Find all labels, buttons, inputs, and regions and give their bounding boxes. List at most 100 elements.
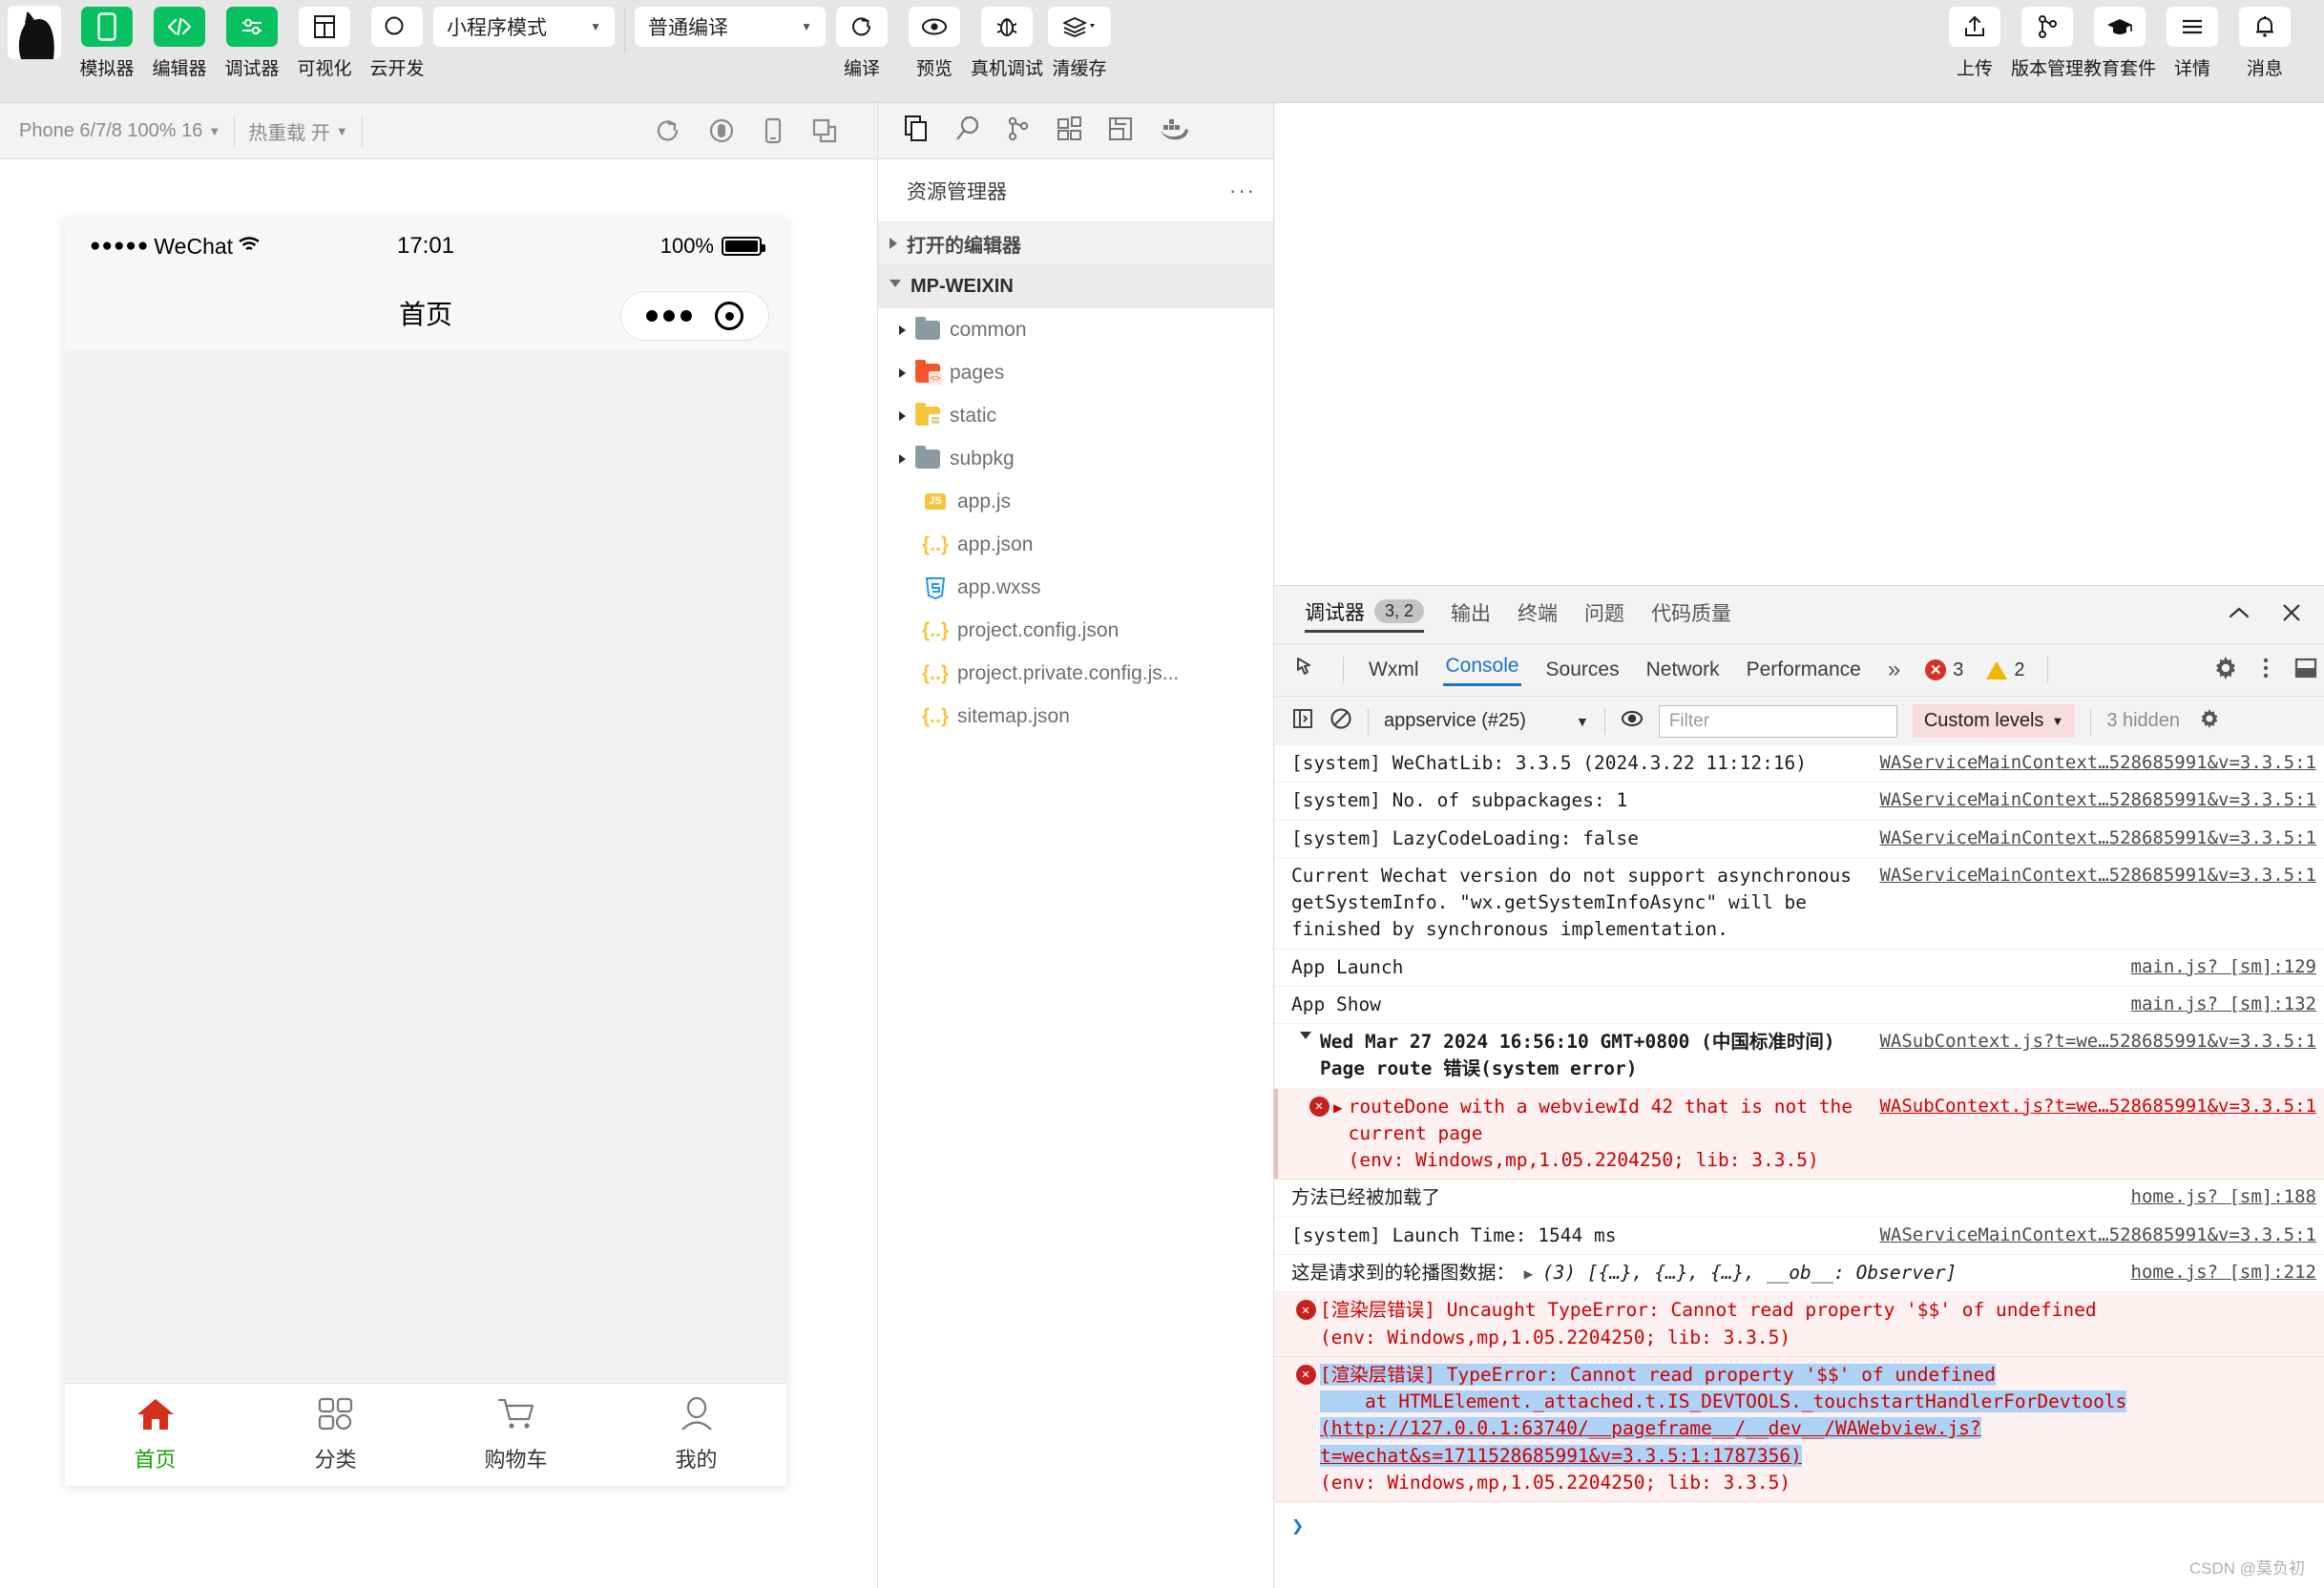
toolbar-item-version[interactable]: 版本管理 bbox=[2011, 0, 2083, 80]
console-error-row-selected[interactable]: ✕ [渲染层错误] TypeError: Cannot read propert… bbox=[1274, 1356, 2324, 1503]
more-dots-icon[interactable] bbox=[646, 310, 692, 322]
hot-reload-select[interactable]: 热重载 开 ▼ bbox=[235, 117, 361, 145]
expand-arrow-icon[interactable]: ▶ bbox=[1333, 1094, 1349, 1118]
panel-tab-output[interactable]: 输出 bbox=[1451, 598, 1491, 631]
refresh-icon[interactable] bbox=[654, 116, 682, 145]
tabbar-item-profile[interactable]: 我的 bbox=[606, 1384, 786, 1486]
panel-tab-code-quality[interactable]: 代码质量 bbox=[1651, 598, 1731, 631]
tree-item-app-json[interactable]: {..} app.json bbox=[878, 523, 1273, 566]
tree-item-subpkg[interactable]: subpkg bbox=[878, 437, 1273, 480]
search-icon[interactable] bbox=[954, 115, 981, 148]
live-expression-icon[interactable] bbox=[1621, 707, 1644, 735]
console-error-row[interactable]: ✕ ▶ routeDone with a webviewId 42 that i… bbox=[1274, 1088, 2324, 1181]
files-icon[interactable] bbox=[903, 115, 930, 148]
console-log-row[interactable]: 方法已经被加载了 home.js? [sm]:188 bbox=[1274, 1180, 2324, 1218]
console-log-row[interactable]: Current Wechat version do not support as… bbox=[1274, 858, 2324, 950]
save-layout-icon[interactable] bbox=[1107, 115, 1134, 148]
toolbar-item-education[interactable]: 教育套件 bbox=[2083, 0, 2156, 80]
tabbar-item-cart[interactable]: 购物车 bbox=[426, 1384, 606, 1486]
dock-icon[interactable] bbox=[2293, 656, 2318, 685]
chevron-up-icon[interactable] bbox=[2227, 604, 2251, 626]
capsule-button[interactable] bbox=[620, 291, 769, 341]
console-log-row[interactable]: [system] Launch Time: 1544 ms WAServiceM… bbox=[1274, 1218, 2324, 1255]
tabbar-item-home[interactable]: 首页 bbox=[65, 1384, 245, 1486]
console-error-row[interactable]: ✕ [渲染层错误] Uncaught TypeError: Cannot rea… bbox=[1274, 1292, 2324, 1357]
avatar[interactable] bbox=[8, 6, 61, 59]
console-log-row[interactable]: [system] No. of subpackages: 1 WAService… bbox=[1274, 783, 2324, 821]
docker-icon[interactable] bbox=[1159, 116, 1189, 146]
devtools-tab-network[interactable]: Network bbox=[1644, 658, 1722, 681]
console-log-object-row[interactable]: 这是请求到的轮播图数据： ▶ (3) [{…}, {…}, {…}, __ob_… bbox=[1274, 1255, 2324, 1293]
toolbar-item-cloud[interactable]: 云开发 bbox=[361, 0, 433, 80]
toolbar-item-visualizer[interactable]: 可视化 bbox=[288, 0, 361, 80]
device-select[interactable]: Phone 6/7/8 100% 16 ▼ bbox=[6, 120, 234, 142]
log-source-link[interactable]: main.js? [sm]:129 bbox=[2131, 954, 2316, 981]
tree-item-pages[interactable]: <> pages bbox=[878, 351, 1273, 394]
close-icon[interactable] bbox=[2280, 601, 2303, 629]
panel-tab-debugger[interactable]: 调试器 3, 2 bbox=[1305, 597, 1425, 633]
log-source-link[interactable]: WAServiceMainContext…528685991&v=3.3.5:1 bbox=[1879, 1222, 2316, 1249]
panel-tab-problems[interactable]: 问题 bbox=[1584, 598, 1624, 631]
toolbar-item-upload[interactable]: 上传 bbox=[1938, 0, 2011, 80]
log-source-link[interactable]: WAServiceMainContext…528685991&v=3.3.5:1 bbox=[1879, 825, 2316, 852]
console-filter-input[interactable]: Filter bbox=[1658, 704, 1897, 738]
toolbar-item-clearcache[interactable]: 清缓存 bbox=[1043, 0, 1116, 80]
inspect-element-icon[interactable] bbox=[1295, 656, 1320, 685]
device-rotate-icon[interactable] bbox=[761, 116, 785, 145]
toolbar-item-messages[interactable]: 消息 bbox=[2229, 0, 2301, 80]
devtools-tab-performance[interactable]: Performance bbox=[1745, 658, 1863, 681]
log-source-link[interactable]: WAServiceMainContext…528685991&v=3.3.5:1 bbox=[1879, 787, 2316, 814]
multi-window-icon[interactable] bbox=[810, 116, 839, 145]
console-log-row[interactable]: [system] WeChatLib: 3.3.5 (2024.3.22 11:… bbox=[1274, 745, 2324, 784]
toolbar-item-compile[interactable]: 编译 bbox=[826, 0, 898, 80]
tree-item-sitemap[interactable]: {..} sitemap.json bbox=[878, 695, 1273, 738]
editor-area[interactable] bbox=[1274, 103, 2324, 586]
console-log-row[interactable]: App Launch main.js? [sm]:129 bbox=[1274, 950, 2324, 987]
tree-item-app-js[interactable]: JS app.js bbox=[878, 480, 1273, 523]
warning-count-badge[interactable]: 2 bbox=[1986, 659, 2024, 681]
section-open-editors[interactable]: 打开的编辑器 bbox=[878, 222, 1273, 265]
tree-item-project-private-config[interactable]: {..} project.private.config.js... bbox=[878, 652, 1273, 695]
console-levels-select[interactable]: Custom levels ▼ bbox=[1912, 704, 2076, 738]
devtools-tab-console[interactable]: Console bbox=[1443, 655, 1521, 686]
devtools-tab-sources[interactable]: Sources bbox=[1544, 658, 1622, 681]
group-toggle[interactable] bbox=[1291, 1029, 1320, 1045]
close-target-icon[interactable] bbox=[715, 302, 743, 330]
toolbar-item-simulator[interactable]: 模拟器 bbox=[71, 0, 143, 80]
console-log-row[interactable]: App Show main.js? [sm]:132 bbox=[1274, 987, 2324, 1025]
error-count-badge[interactable]: ✕ 3 bbox=[1925, 659, 1963, 681]
toolbar-item-details[interactable]: 详情 bbox=[2156, 0, 2229, 80]
more-options-icon[interactable]: ··· bbox=[1229, 178, 1256, 203]
tree-item-static[interactable]: ▤ static bbox=[878, 394, 1273, 437]
console-log-row[interactable]: [system] LazyCodeLoading: false WAServic… bbox=[1274, 821, 2324, 858]
panel-tab-terminal[interactable]: 终端 bbox=[1518, 598, 1558, 631]
tabbar-item-category[interactable]: 分类 bbox=[245, 1384, 426, 1486]
console-output-area[interactable]: [system] WeChatLib: 3.3.5 (2024.3.22 11:… bbox=[1274, 745, 2324, 1588]
log-source-link[interactable]: main.js? [sm]:132 bbox=[2131, 992, 2316, 1018]
log-source-link[interactable]: home.js? [sm]:212 bbox=[2131, 1260, 2316, 1286]
settings-gear-icon[interactable] bbox=[2213, 656, 2238, 685]
tree-item-app-wxss[interactable]: app.wxss bbox=[878, 566, 1273, 609]
toolbar-item-editor[interactable]: 编辑器 bbox=[143, 0, 216, 80]
log-source-link[interactable]: WAServiceMainContext…528685991&v=3.3.5:1 bbox=[1879, 750, 2316, 777]
extensions-icon[interactable] bbox=[1056, 115, 1082, 148]
console-settings-gear-icon[interactable] bbox=[2199, 708, 2220, 734]
console-log-list[interactable]: [system] WeChatLib: 3.3.5 (2024.3.22 11:… bbox=[1274, 745, 2324, 1588]
devtools-tabs-overflow[interactable]: » bbox=[1886, 657, 1902, 683]
section-project-root[interactable]: MP-WEIXIN bbox=[878, 265, 1273, 308]
devtools-tab-wxml[interactable]: Wxml bbox=[1367, 658, 1420, 681]
tree-item-project-config[interactable]: {..} project.config.json bbox=[878, 609, 1273, 652]
clear-console-icon[interactable] bbox=[1329, 707, 1352, 735]
more-vertical-icon[interactable] bbox=[2261, 656, 2271, 685]
console-log-group-row[interactable]: Wed Mar 27 2024 16:56:10 GMT+0800 (中国标准时… bbox=[1274, 1024, 2324, 1089]
record-icon[interactable] bbox=[707, 116, 736, 145]
mode-select[interactable]: 小程序模式 ▼ bbox=[433, 7, 615, 47]
log-source-link[interactable]: home.js? [sm]:188 bbox=[2131, 1184, 2316, 1211]
log-source-link[interactable]: WASubContext.js?t=we…528685991&v=3.3.5:1 bbox=[1879, 1029, 2316, 1055]
console-sidebar-icon[interactable] bbox=[1291, 707, 1314, 735]
toolbar-item-debugger[interactable]: 调试器 bbox=[216, 0, 288, 80]
source-control-icon[interactable] bbox=[1006, 115, 1031, 148]
compile-mode-select[interactable]: 普通编译 ▼ bbox=[635, 7, 826, 47]
toolbar-item-preview[interactable]: 预览 bbox=[898, 0, 971, 80]
toolbar-item-realdevice[interactable]: 真机调试 bbox=[971, 0, 1043, 80]
